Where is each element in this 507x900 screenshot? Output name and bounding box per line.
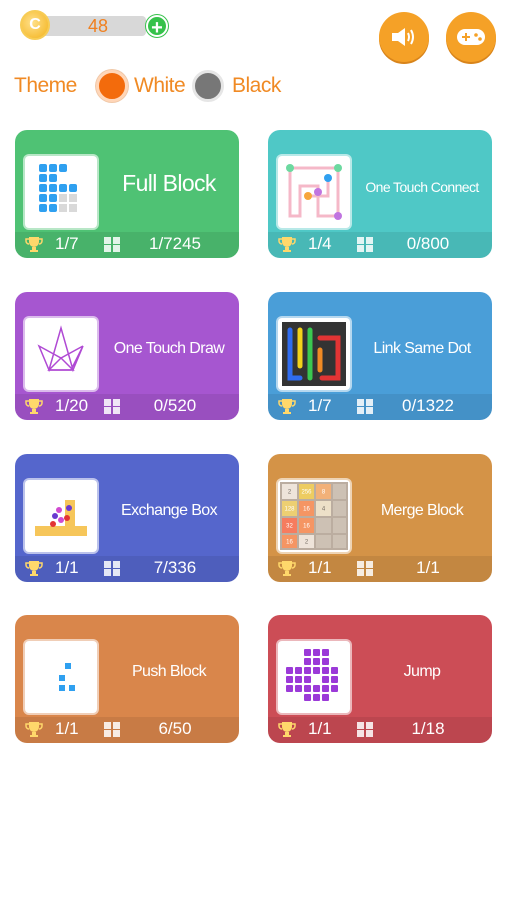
trophy-progress: 1/7: [55, 234, 79, 253]
trophy-progress: 1/1: [308, 719, 332, 738]
level-progress: 1/7245: [149, 234, 201, 253]
game-title: Full Block: [122, 170, 216, 196]
level-progress: 1/18: [411, 719, 445, 738]
levels-grid-icon: [104, 561, 120, 576]
full-block-thumbnail: [25, 156, 97, 228]
game-card-one-touch-draw[interactable]: One Touch Draw 1/20 0/520: [15, 292, 239, 420]
merge-block-thumbnail: 2 256 8 128 16 4 32 16 16 2: [278, 480, 350, 552]
merge-tile: 16: [303, 507, 310, 513]
game-title: One Touch Connect: [365, 179, 479, 195]
trophy-icon: [25, 399, 43, 414]
trophy-icon: [278, 399, 296, 414]
theme-black-label[interactable]: Black: [232, 74, 281, 98]
add-coins-button[interactable]: +: [146, 15, 168, 39]
levels-grid-icon: [104, 722, 120, 737]
level-progress: 7/336: [153, 558, 197, 577]
game-card-jump[interactable]: Jump 1/1 1/18: [268, 615, 492, 743]
trophy-icon: [278, 237, 296, 252]
trophy-progress: 1/4: [308, 234, 332, 253]
sound-button[interactable]: [379, 12, 429, 62]
coin-icon: C: [20, 10, 50, 40]
level-progress: 6/50: [158, 719, 192, 738]
trophy-icon: [25, 722, 43, 737]
game-title: One Touch Draw: [113, 340, 225, 357]
levels-grid-icon: [357, 722, 373, 737]
gamepad-icon: [457, 29, 485, 45]
game-card-full-block[interactable]: Full Block 1/7 1/7245: [15, 130, 239, 258]
one-touch-draw-thumbnail: [25, 318, 97, 390]
games-button[interactable]: [446, 12, 496, 62]
trophy-icon: [25, 237, 43, 252]
level-progress: 0/800: [406, 234, 450, 253]
levels-grid-icon: [104, 399, 120, 414]
trophy-progress: 1/1: [55, 719, 79, 738]
theme-label: Theme: [14, 74, 77, 97]
levels-grid-icon: [357, 399, 373, 414]
levels-grid-icon: [357, 561, 373, 576]
one-touch-connect-thumbnail: [278, 156, 350, 228]
coin-bar: C 48 +: [20, 10, 168, 40]
game-title: Push Block: [131, 663, 207, 680]
trophy-icon: [278, 722, 296, 737]
level-progress: 0/1322: [402, 396, 454, 415]
game-title: Merge Block: [380, 502, 464, 519]
trophy-icon: [278, 561, 296, 576]
speaker-icon: [392, 28, 414, 46]
push-block-thumbnail: [25, 641, 97, 713]
game-title: Exchange Box: [121, 502, 218, 519]
level-progress: 0/520: [153, 396, 197, 415]
game-card-exchange-box[interactable]: Exchange Box 1/1 7/336: [15, 454, 239, 582]
trophy-icon: [25, 561, 43, 576]
coin-count: 48: [87, 16, 109, 36]
trophy-progress: 1/1: [55, 558, 79, 577]
game-card-push-block[interactable]: Push Block 1/1 6/50: [15, 615, 239, 743]
trophy-progress: 1/7: [308, 396, 332, 415]
merge-tile: 128: [284, 507, 295, 513]
game-card-link-same-dot[interactable]: Link Same Dot 1/7 0/1322: [268, 292, 492, 420]
theme-white-label[interactable]: White: [134, 74, 186, 98]
theme-selector: Theme White Black: [14, 68, 334, 104]
merge-tile: 32: [286, 524, 293, 530]
trophy-progress: 1/20: [55, 396, 89, 415]
merge-tile: 16: [286, 540, 293, 546]
theme-white-radio[interactable]: [96, 70, 128, 102]
game-card-merge-block[interactable]: 2 256 8 128 16 4 32 16 16 2 Merge Block …: [268, 454, 492, 582]
levels-grid-icon: [104, 237, 120, 252]
game-title: Link Same Dot: [373, 340, 471, 357]
jump-thumbnail: [278, 641, 350, 713]
game-card-one-touch-connect[interactable]: One Touch Connect 1/4 0/800: [268, 130, 492, 258]
game-title: Jump: [403, 663, 441, 680]
level-progress: 1/1: [416, 558, 440, 577]
theme-black-radio[interactable]: [192, 70, 224, 102]
levels-grid-icon: [357, 237, 373, 252]
merge-tile: 16: [303, 524, 310, 530]
exchange-box-thumbnail: [25, 480, 97, 552]
link-same-dot-thumbnail: [278, 318, 350, 390]
trophy-progress: 1/1: [308, 558, 332, 577]
merge-tile: 256: [301, 490, 312, 496]
